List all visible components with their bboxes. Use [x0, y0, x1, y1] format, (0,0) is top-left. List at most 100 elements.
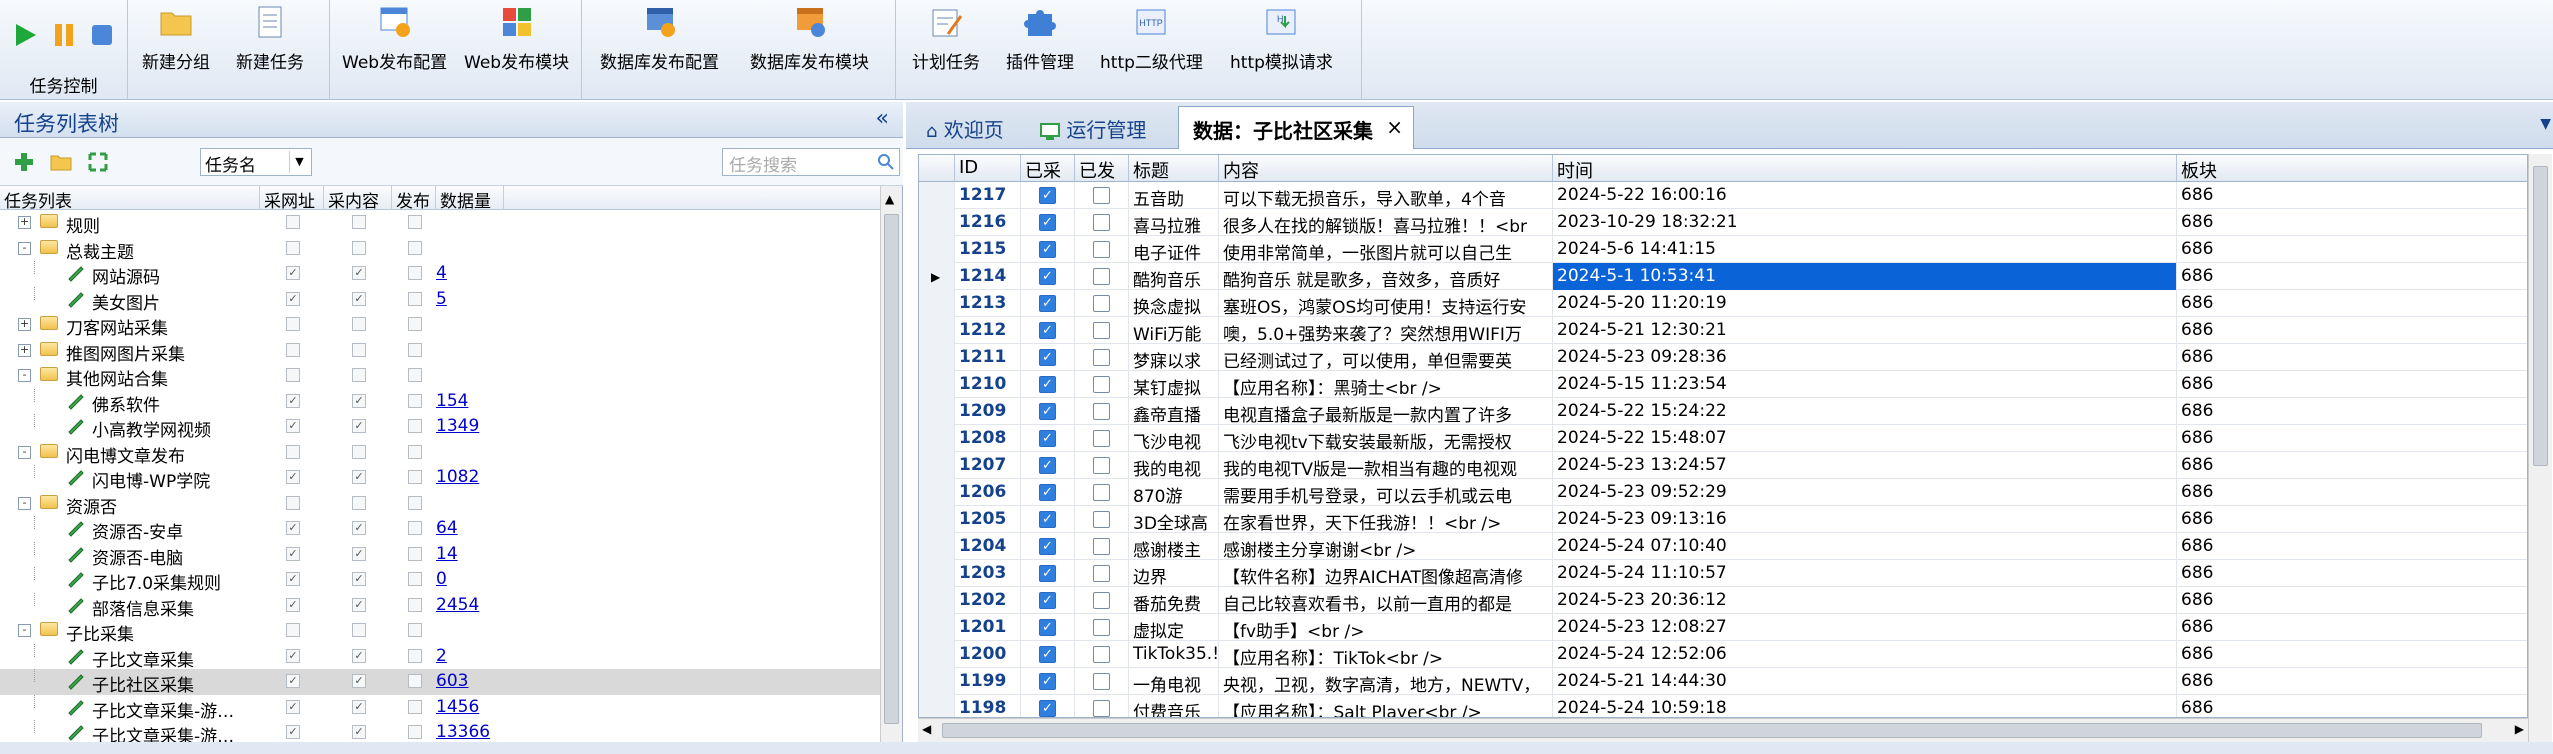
- table-row[interactable]: 1209 ✓ 鑫帝直播 电视直播盒子最新版是一款内置了许多 2024-5-22 15:2…: [919, 398, 2527, 425]
- table-row[interactable]: 1211 ✓ 梦寐以求 已经测试过了，可以使用，单但需要英 2024-5-23 09:2…: [919, 344, 2527, 371]
- publish-checkbox[interactable]: [408, 342, 422, 357]
- cell-board[interactable]: 686: [2177, 398, 2527, 425]
- table-row[interactable]: 1198 ✓ 付费音乐 【应用名称】：Salt Player<br /> 2024-5-…: [919, 695, 2527, 717]
- table-row[interactable]: 1216 ✓ 喜马拉雅 很多人在找的解锁版！喜马拉雅！！<br 2023-10-29 1…: [919, 209, 2527, 236]
- cell-id[interactable]: 1210: [955, 371, 1021, 398]
- col-title-header[interactable]: 标题: [1129, 155, 1219, 182]
- collected-checkbox[interactable]: ✓: [1039, 403, 1056, 420]
- cell-board[interactable]: 686: [2177, 344, 2527, 371]
- collect-url-checkbox[interactable]: ✓: [286, 699, 300, 714]
- collapse-icon[interactable]: -: [18, 369, 31, 382]
- table-row[interactable]: 1200 ✓ TikTok35.! 【应用名称】：TikTok<br /> 2024-5…: [919, 641, 2527, 668]
- cell-title[interactable]: 虚拟定: [1129, 614, 1219, 641]
- tree-group-row[interactable]: - 总裁主题: [0, 236, 880, 263]
- cell-board[interactable]: 686: [2177, 668, 2527, 695]
- cell-board[interactable]: 686: [2177, 209, 2527, 236]
- row-header[interactable]: [919, 614, 955, 641]
- published-checkbox[interactable]: [1093, 268, 1110, 285]
- cell-content[interactable]: 噢，5.0+强势来袭了？突然想用WIFI万: [1219, 317, 1553, 344]
- collect-url-checkbox[interactable]: ✓: [286, 521, 300, 535]
- tree-group-row[interactable]: - 其他网站合集: [0, 363, 880, 390]
- cell-id[interactable]: 1212: [955, 317, 1021, 344]
- table-row[interactable]: 1208 ✓ 飞沙电视 飞沙电视tv下载安装最新版，无需授权 2024-5-22 15:…: [919, 425, 2527, 452]
- collected-checkbox[interactable]: ✓: [1039, 349, 1056, 366]
- collapse-icon[interactable]: -: [18, 624, 31, 637]
- table-row[interactable]: ▶ 1214 ✓ 酷狗音乐 酷狗音乐 就是歌多，音效多，音质好 2024-5-1 10:5…: [919, 263, 2527, 290]
- cell-time[interactable]: 2023-10-29 18:32:21: [1553, 209, 2177, 236]
- search-icon[interactable]: [877, 153, 895, 171]
- publish-checkbox[interactable]: [408, 674, 422, 688]
- new-group-button[interactable]: 新建分组: [142, 4, 210, 73]
- collect-url-checkbox[interactable]: ✓: [286, 393, 300, 408]
- col-publish[interactable]: 发布: [392, 186, 436, 212]
- cell-content[interactable]: 【应用名称】：TikTok<br />: [1219, 641, 1553, 668]
- published-checkbox[interactable]: [1093, 511, 1110, 528]
- pause-icon[interactable]: [52, 22, 76, 48]
- collected-checkbox[interactable]: ✓: [1039, 511, 1056, 528]
- cell-content[interactable]: 很多人在找的解锁版！喜马拉雅！！<br: [1219, 209, 1553, 236]
- cell-board[interactable]: 686: [2177, 371, 2527, 398]
- row-header[interactable]: [919, 533, 955, 560]
- publish-checkbox[interactable]: [408, 215, 422, 229]
- collected-checkbox[interactable]: ✓: [1039, 565, 1056, 582]
- open-folder-icon[interactable]: [50, 152, 72, 172]
- collect-content-checkbox[interactable]: ✓: [352, 725, 366, 739]
- scroll-up-icon[interactable]: ▲: [885, 192, 894, 206]
- select-all-header[interactable]: [919, 155, 955, 182]
- collect-content-checkbox[interactable]: [352, 444, 366, 459]
- collect-content-checkbox[interactable]: ✓: [352, 572, 366, 586]
- table-row[interactable]: 1204 ✓ 感谢楼主 感谢楼主分享谢谢<br /> 2024-5-24 07:10:4…: [919, 533, 2527, 560]
- data-count-link[interactable]: 1349: [436, 416, 479, 436]
- tree-group-row[interactable]: - 闪电博文章发布: [0, 440, 880, 467]
- collected-checkbox[interactable]: ✓: [1039, 457, 1056, 474]
- data-count-link[interactable]: 2: [436, 646, 447, 666]
- data-count-link[interactable]: 5: [436, 289, 447, 309]
- cell-id[interactable]: 1216: [955, 209, 1021, 236]
- cell-id[interactable]: 1217: [955, 182, 1021, 209]
- cell-title[interactable]: 3D全球高: [1129, 506, 1219, 533]
- row-header[interactable]: [919, 641, 955, 668]
- cell-content[interactable]: 央视，卫视，数字高清，地方，NEWTV，: [1219, 668, 1553, 695]
- row-header[interactable]: [919, 344, 955, 371]
- cell-id[interactable]: 1206: [955, 479, 1021, 506]
- new-task-button[interactable]: 新建任务: [236, 4, 304, 73]
- close-icon[interactable]: ×: [1386, 115, 1403, 139]
- cell-title[interactable]: 换念虚拟: [1129, 290, 1219, 317]
- cell-board[interactable]: 686: [2177, 614, 2527, 641]
- table-row[interactable]: 1212 ✓ WiFi万能 噢，5.0+强势来袭了？突然想用WIFI万 2024-5-2…: [919, 317, 2527, 344]
- http-proxy-button[interactable]: HTTP http二级代理: [1100, 4, 1203, 73]
- collapse-icon[interactable]: -: [18, 445, 31, 459]
- tree-group-row[interactable]: - 子比采集: [0, 618, 880, 645]
- published-checkbox[interactable]: [1093, 403, 1110, 420]
- tree-group-row[interactable]: + 推图网图片采集: [0, 338, 880, 365]
- scroll-left-icon[interactable]: ◀: [922, 722, 931, 736]
- expand-icon[interactable]: +: [18, 343, 31, 357]
- published-checkbox[interactable]: [1093, 646, 1110, 663]
- cell-id[interactable]: 1214: [955, 263, 1021, 290]
- cell-board[interactable]: 686: [2177, 695, 2527, 717]
- tree-task-row[interactable]: 子比文章采集-游… ✓ ✓ 1456: [0, 694, 880, 722]
- col-collect-url[interactable]: 采网址: [260, 186, 324, 212]
- published-checkbox[interactable]: [1093, 376, 1110, 393]
- cell-time[interactable]: 2024-5-21 12:30:21: [1553, 317, 2177, 344]
- collected-checkbox[interactable]: ✓: [1039, 700, 1056, 717]
- col-data-count[interactable]: 数据量: [436, 186, 504, 212]
- cell-id[interactable]: 1203: [955, 560, 1021, 587]
- cell-content[interactable]: 在家看世界，天下任我游！！<br />: [1219, 506, 1553, 533]
- tree-task-row[interactable]: 资源否-安卓 ✓ ✓ 64: [0, 516, 880, 543]
- cell-title[interactable]: WiFi万能: [1129, 317, 1219, 344]
- collect-content-checkbox[interactable]: ✓: [352, 546, 366, 561]
- table-row[interactable]: 1207 ✓ 我的电视 我的电视TV版是一款相当有趣的电视观 2024-5-23 13:…: [919, 452, 2527, 479]
- cell-title[interactable]: TikTok35.!: [1129, 641, 1219, 668]
- row-header[interactable]: [919, 425, 955, 452]
- data-count-link[interactable]: 603: [436, 671, 468, 691]
- collapse-icon[interactable]: -: [18, 496, 31, 510]
- play-icon[interactable]: [14, 22, 38, 48]
- published-checkbox[interactable]: [1093, 241, 1110, 258]
- cell-board[interactable]: 686: [2177, 290, 2527, 317]
- row-header[interactable]: [919, 317, 955, 344]
- web-publish-config-button[interactable]: Web发布配置: [342, 4, 447, 73]
- publish-checkbox[interactable]: [408, 368, 422, 382]
- publish-checkbox[interactable]: [408, 240, 422, 255]
- add-icon[interactable]: [14, 152, 34, 172]
